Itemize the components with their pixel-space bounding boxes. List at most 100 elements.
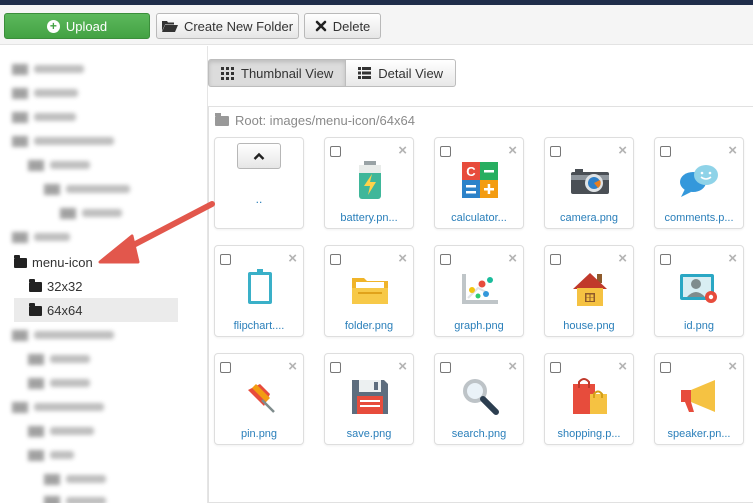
file-tile[interactable]: × comments.p...	[654, 137, 744, 229]
grid-icon	[221, 66, 234, 80]
file-tile[interactable]: × shopping.p...	[544, 353, 634, 445]
breadcrumb-path: Root: images/menu-icon/64x64	[235, 113, 415, 128]
file-tile[interactable]: × search.png	[434, 353, 524, 445]
file-tile[interactable]: × id.png	[654, 245, 744, 337]
file-checkbox[interactable]	[330, 254, 341, 265]
tree-item-label: 32x32	[47, 279, 83, 294]
thumbnail-view-label: Thumbnail View	[241, 65, 334, 81]
create-folder-label: Create New Folder	[183, 18, 294, 34]
id-card-icon	[680, 274, 717, 303]
file-tile[interactable]: × C calculator...	[434, 137, 524, 229]
file-checkbox[interactable]	[660, 362, 671, 373]
blurred-tree-item	[28, 377, 90, 389]
remove-icon[interactable]: ×	[618, 143, 627, 158]
toolbar: + Upload Create New Folder Delete	[0, 5, 753, 45]
file-name: graph.png	[454, 320, 504, 332]
calculator-icon: C	[462, 162, 498, 198]
up-label: ..	[255, 192, 263, 206]
blurred-tree-item	[28, 353, 90, 365]
file-checkbox[interactable]	[440, 146, 451, 157]
remove-icon[interactable]: ×	[728, 143, 737, 158]
blurred-tree-item	[44, 473, 106, 485]
view-toggle: Thumbnail View Detail View	[208, 59, 457, 87]
delete-button[interactable]: Delete	[304, 13, 381, 39]
file-tile[interactable]: × pin.png	[214, 353, 304, 445]
detail-view-label: Detail View	[378, 65, 444, 81]
blurred-tree-item	[28, 449, 74, 461]
folder-icon	[29, 278, 42, 292]
remove-icon[interactable]: ×	[728, 251, 737, 266]
file-name: comments.p...	[664, 212, 734, 224]
folder-icon	[352, 278, 388, 304]
file-name: save.png	[346, 428, 392, 440]
battery-icon	[359, 161, 381, 199]
file-checkbox[interactable]	[660, 254, 671, 265]
file-tile[interactable]: × camera.png	[544, 137, 634, 229]
file-tile[interactable]: × save.png	[324, 353, 414, 445]
folder-open-icon	[215, 112, 229, 126]
file-checkbox[interactable]	[440, 254, 451, 265]
blurred-tree-item	[12, 111, 76, 123]
file-tile[interactable]: × speaker.pn...	[654, 353, 744, 445]
tree-item-label: menu-icon	[32, 255, 93, 270]
blurred-tree-item	[12, 231, 70, 243]
remove-icon[interactable]: ×	[508, 359, 517, 374]
breadcrumb: Root: images/menu-icon/64x64	[215, 112, 415, 128]
close-icon	[315, 20, 327, 32]
file-checkbox[interactable]	[660, 146, 671, 157]
file-name: pin.png	[240, 428, 278, 440]
graph-icon	[462, 274, 498, 304]
remove-icon[interactable]: ×	[398, 251, 407, 266]
up-directory-tile[interactable]: ..	[214, 137, 304, 229]
remove-icon[interactable]: ×	[508, 143, 517, 158]
remove-icon[interactable]: ×	[288, 359, 297, 374]
file-name: folder.png	[344, 320, 394, 332]
tree-item-label: 64x64	[47, 303, 83, 318]
create-folder-button[interactable]: Create New Folder	[156, 13, 299, 39]
upload-label: Upload	[65, 18, 108, 34]
blurred-tree-item	[28, 159, 90, 171]
file-name: speaker.pn...	[667, 428, 731, 440]
upload-button[interactable]: + Upload	[4, 13, 150, 39]
file-name: flipchart....	[233, 320, 285, 332]
file-tile[interactable]: × house.png	[544, 245, 634, 337]
blurred-tree-item	[12, 63, 84, 75]
file-tile[interactable]: × graph.png	[434, 245, 524, 337]
svg-text:C: C	[466, 164, 476, 179]
file-checkbox[interactable]	[220, 254, 231, 265]
pin-icon	[248, 384, 275, 413]
file-panel: Root: images/menu-icon/64x64 .. × batter…	[208, 106, 753, 503]
remove-icon[interactable]: ×	[728, 359, 737, 374]
blurred-tree-item	[12, 135, 114, 147]
magnifier-icon	[463, 379, 499, 415]
blurred-tree-item	[60, 207, 122, 219]
blurred-tree-item	[12, 401, 104, 413]
file-checkbox[interactable]	[550, 362, 561, 373]
thumbnail-view-button[interactable]: Thumbnail View	[208, 59, 347, 87]
remove-icon[interactable]: ×	[618, 251, 627, 266]
remove-icon[interactable]: ×	[398, 359, 407, 374]
file-name: house.png	[563, 320, 615, 332]
file-tile[interactable]: × folder.png	[324, 245, 414, 337]
file-checkbox[interactable]	[440, 362, 451, 373]
remove-icon[interactable]: ×	[398, 143, 407, 158]
file-checkbox[interactable]	[550, 146, 561, 157]
file-checkbox[interactable]	[220, 362, 231, 373]
remove-icon[interactable]: ×	[618, 359, 627, 374]
blurred-tree-item	[44, 183, 130, 195]
tree-item-32x32[interactable]: 32x32	[29, 278, 83, 294]
remove-icon[interactable]: ×	[508, 251, 517, 266]
tree-item-64x64[interactable]: 64x64	[29, 302, 83, 318]
file-checkbox[interactable]	[550, 254, 561, 265]
delete-label: Delete	[332, 18, 371, 34]
detail-view-button[interactable]: Detail View	[346, 59, 457, 87]
file-tile[interactable]: × battery.pn...	[324, 137, 414, 229]
file-checkbox[interactable]	[330, 362, 341, 373]
tree-item-menu-icon[interactable]: menu-icon	[14, 254, 93, 270]
file-checkbox[interactable]	[330, 146, 341, 157]
file-tile[interactable]: × flipchart....	[214, 245, 304, 337]
up-button[interactable]	[237, 143, 281, 169]
blurred-tree-item	[28, 425, 94, 437]
remove-icon[interactable]: ×	[288, 251, 297, 266]
main-area: Thumbnail View Detail View Root: images/…	[208, 46, 753, 503]
